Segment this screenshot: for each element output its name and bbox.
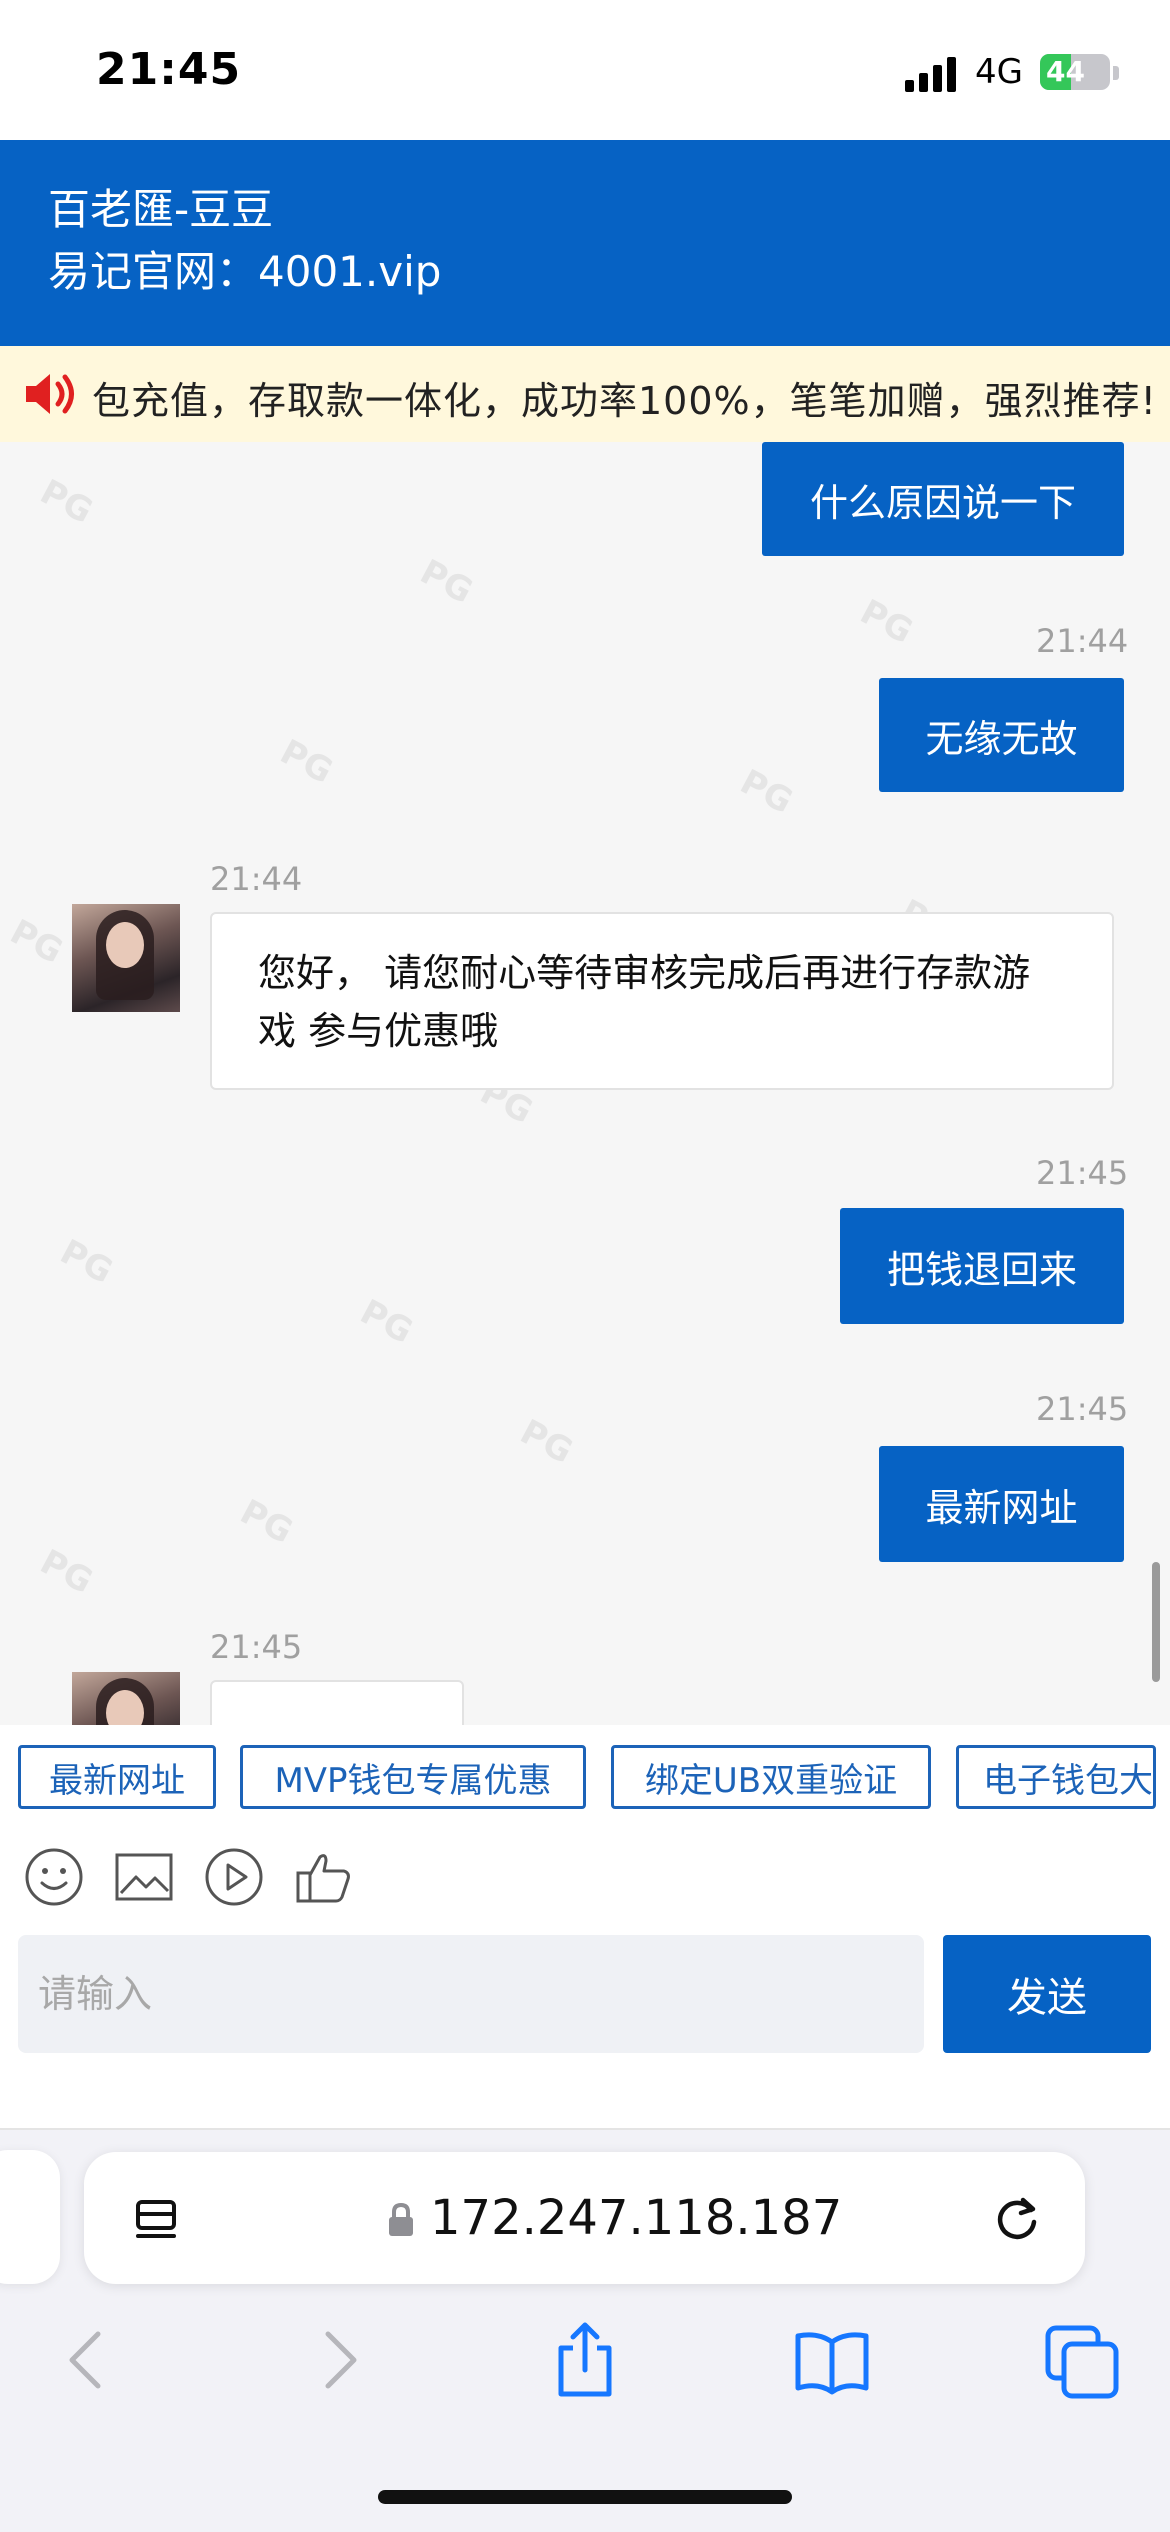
message-outgoing[interactable]: 把钱退回来	[840, 1208, 1124, 1324]
watermark: PG	[513, 1411, 580, 1473]
quick-reply-button[interactable]: 电子钱包大	[956, 1745, 1156, 1809]
signal-icon	[905, 56, 957, 92]
agent-avatar[interactable]	[72, 904, 180, 1012]
scrollbar[interactable]	[1152, 1562, 1160, 1682]
reload-icon[interactable]	[990, 2192, 1044, 2246]
message-outgoing[interactable]: 无缘无故	[879, 678, 1124, 792]
network-type: 4G	[975, 52, 1023, 92]
browser-toolbar: 172.247.118.187	[0, 2130, 1170, 2532]
header-site: 易记官网：4001.vip	[48, 247, 442, 296]
watermark: PG	[273, 731, 340, 793]
message-outgoing[interactable]: 什么原因说一下	[762, 442, 1124, 556]
reader-icon[interactable]	[132, 2196, 182, 2246]
message-incoming[interactable]: 您好， 请您耐心等待审核完成后再进行存款游戏 参与优惠哦	[210, 912, 1114, 1090]
quick-reply-button[interactable]: MVP钱包专属优惠	[240, 1745, 586, 1809]
message-time: 21:45	[210, 1628, 303, 1666]
agent-avatar[interactable]	[72, 1672, 180, 1725]
watermark: PG	[233, 1491, 300, 1553]
battery-icon: 44	[1040, 54, 1110, 90]
previous-tab-peek[interactable]	[0, 2150, 60, 2284]
tabs-icon[interactable]	[1042, 2320, 1122, 2400]
message-time: 21:45	[1036, 1154, 1129, 1192]
message-time: 21:45	[1036, 1390, 1129, 1428]
composer: 发送	[0, 1935, 1170, 2130]
chat-area[interactable]: PG PG PG PG PG PG PG PG PG PG PG PG PG 什…	[0, 442, 1170, 1725]
forward-icon[interactable]	[298, 2320, 378, 2400]
share-icon[interactable]	[545, 2320, 625, 2400]
watermark: PG	[33, 1541, 100, 1603]
message-time: 21:44	[210, 860, 303, 898]
thumbs-up-icon[interactable]	[292, 1845, 356, 1909]
watermark: PG	[3, 911, 70, 973]
video-icon[interactable]	[202, 1845, 266, 1909]
send-button[interactable]: 发送	[943, 1935, 1151, 2053]
status-bar: 21:45 4G 44	[0, 0, 1170, 140]
message-time: 21:44	[1036, 622, 1129, 660]
image-icon[interactable]	[112, 1845, 176, 1909]
header-title: 百老匯-豆豆	[48, 185, 274, 234]
status-time: 21:45	[96, 44, 242, 95]
chat-header: 百老匯-豆豆 易记官网：4001.vip	[0, 140, 1170, 346]
smiley-icon[interactable]	[22, 1845, 86, 1909]
quick-reply-button[interactable]: 最新网址	[18, 1745, 216, 1809]
watermark: PG	[853, 591, 920, 653]
lock-icon	[389, 2202, 413, 2236]
quick-replies: 最新网址 MVP钱包专属优惠 绑定UB双重验证 电子钱包大	[0, 1725, 1170, 1825]
input-toolbar	[0, 1825, 1170, 1935]
url-text: 172.247.118.187	[430, 2190, 843, 2246]
notice-text: 包充值，存取款一体化，成功率100%，笔笔加赠，强烈推荐!	[92, 379, 1157, 423]
message-incoming[interactable]	[210, 1680, 464, 1725]
battery-level: 44	[1046, 55, 1085, 88]
quick-reply-button[interactable]: 绑定UB双重验证	[611, 1745, 931, 1809]
notice-banner: 包充值，存取款一体化，成功率100%，笔笔加赠，强烈推荐!	[0, 346, 1170, 442]
watermark: PG	[53, 1231, 120, 1293]
screen: 21:45 4G 44 百老匯-豆豆 易记官网：4001.vip 包充值，存取款…	[0, 0, 1170, 2532]
message-input[interactable]	[18, 1935, 924, 2053]
watermark: PG	[733, 761, 800, 823]
bookmarks-icon[interactable]	[792, 2320, 872, 2400]
battery-cap	[1113, 66, 1119, 80]
address-bar[interactable]: 172.247.118.187	[84, 2152, 1085, 2284]
home-indicator	[378, 2490, 792, 2504]
watermark: PG	[353, 1291, 420, 1353]
message-outgoing[interactable]: 最新网址	[879, 1446, 1124, 1562]
speaker-icon	[26, 374, 74, 414]
watermark: PG	[33, 471, 100, 533]
watermark: PG	[413, 551, 480, 613]
back-icon[interactable]	[48, 2320, 128, 2400]
